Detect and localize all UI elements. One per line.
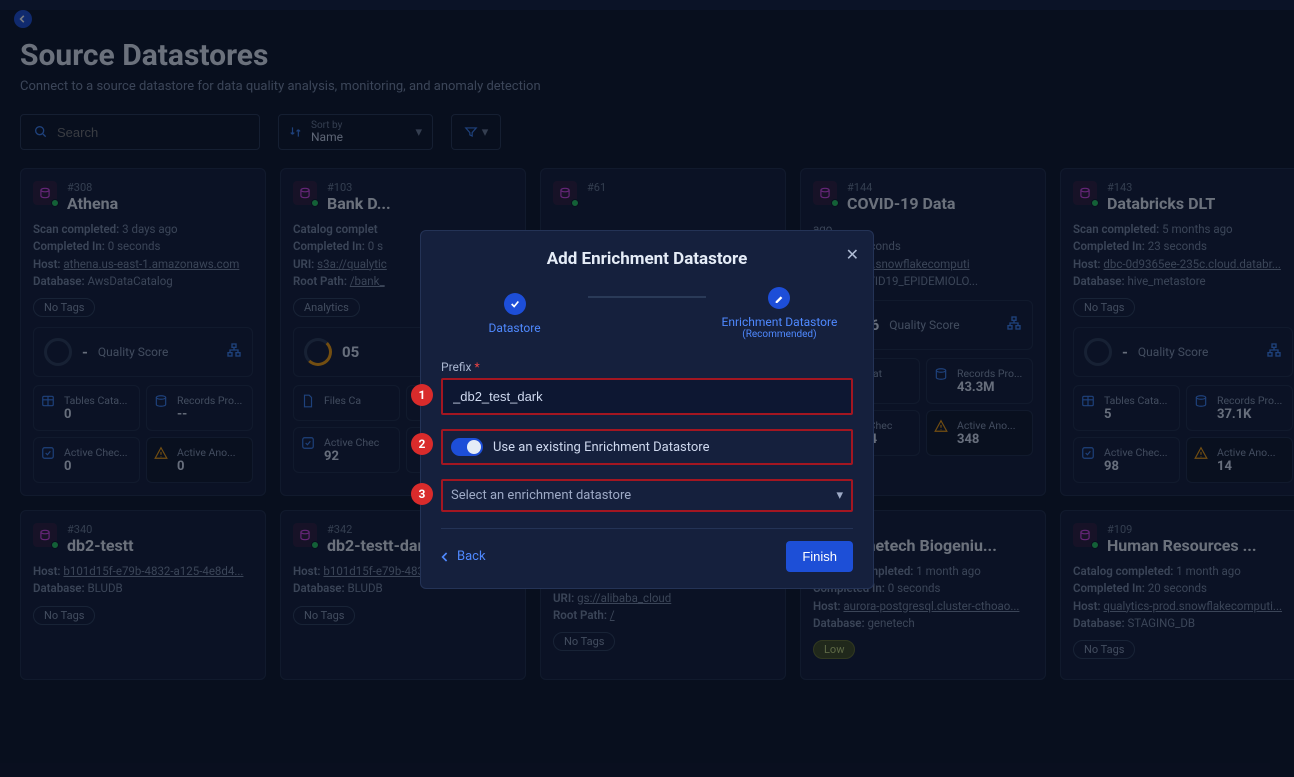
step-2-indicator: [768, 287, 790, 309]
pencil-icon: [774, 293, 784, 303]
check-icon: [510, 299, 520, 309]
enrichment-select[interactable]: Select an enrichment datastore ▾: [441, 479, 853, 512]
annotation-marker-3: 3: [411, 483, 433, 505]
annotation-marker-1: 1: [411, 384, 433, 406]
annotation-marker-2: 2: [411, 433, 433, 455]
step-1-indicator: [504, 293, 526, 315]
modal-overlay: ✕ Add Enrichment Datastore Datastore Enr…: [0, 10, 1294, 777]
toggle-label: Use an existing Enrichment Datastore: [493, 440, 709, 455]
stepper: Datastore Enrichment Datastore (Recommen…: [441, 287, 853, 340]
finish-button[interactable]: Finish: [786, 541, 853, 572]
add-enrichment-modal: ✕ Add Enrichment Datastore Datastore Enr…: [420, 230, 874, 589]
modal-title: Add Enrichment Datastore: [441, 249, 853, 269]
existing-datastore-toggle[interactable]: [451, 438, 483, 456]
chevron-left-icon: [441, 552, 449, 562]
prefix-label: Prefix *: [441, 360, 853, 374]
chevron-down-icon: ▾: [836, 488, 843, 503]
step-2-sublabel: (Recommended): [706, 329, 853, 340]
back-button[interactable]: Back: [441, 549, 486, 564]
select-placeholder: Select an enrichment datastore: [451, 488, 631, 503]
prefix-input[interactable]: [441, 378, 853, 415]
step-2-label: Enrichment Datastore: [706, 315, 853, 329]
close-button[interactable]: ✕: [846, 245, 859, 264]
step-1-label: Datastore: [441, 321, 588, 335]
